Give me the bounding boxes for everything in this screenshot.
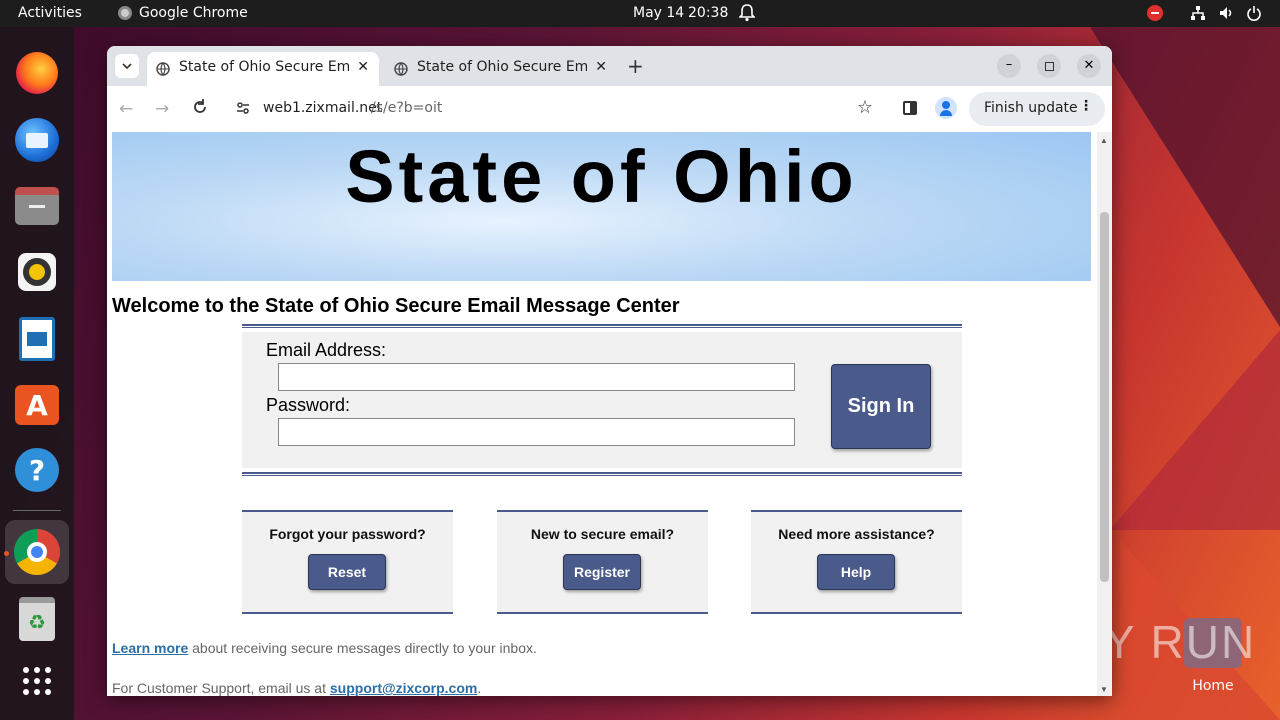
help-icon[interactable]: ? — [13, 446, 61, 494]
profile-icon[interactable] — [935, 97, 957, 119]
dock-separator — [13, 510, 61, 511]
volume-icon[interactable] — [1219, 5, 1235, 25]
top-bar: Activities Google Chrome May 14 20:38 — [0, 0, 1280, 27]
learn-more-line: Learn more about receiving secure messag… — [112, 640, 537, 656]
reload-button[interactable] — [191, 98, 209, 120]
password-field[interactable] — [278, 418, 795, 446]
banner: State of Ohio — [112, 132, 1091, 281]
app-menu[interactable]: Google Chrome — [139, 5, 248, 21]
register-button[interactable]: Register — [563, 554, 641, 590]
power-icon[interactable] — [1246, 5, 1262, 25]
minimize-button[interactable]: – — [997, 54, 1021, 78]
network-icon[interactable] — [1190, 5, 1206, 25]
page-content: State of Ohio Welcome to the State of Oh… — [107, 132, 1112, 696]
scroll-up-icon[interactable]: ▲ — [1100, 136, 1108, 145]
close-tab-icon[interactable]: ✕ — [595, 59, 607, 75]
close-tab-icon[interactable]: ✕ — [357, 59, 369, 75]
forgot-password-panel: Forgot your password? Reset — [242, 510, 453, 614]
support-end: . — [477, 680, 482, 696]
chrome-window: State of Ohio Secure Em ✕ State of Ohio … — [107, 46, 1112, 696]
support-line: For Customer Support, email us at suppor… — [112, 680, 481, 696]
globe-icon — [156, 62, 170, 76]
email-label: Email Address: — [266, 340, 387, 360]
tab-search-button[interactable] — [115, 54, 139, 78]
activities-button[interactable]: Activities — [18, 5, 82, 21]
globe-icon — [394, 62, 408, 76]
scroll-down-icon[interactable]: ▼ — [1100, 685, 1108, 694]
bookmark-star-icon[interactable]: ☆ — [857, 97, 873, 118]
clock-date[interactable]: May 14 — [633, 5, 684, 21]
reset-button[interactable]: Reset — [308, 554, 386, 590]
register-panel: New to secure email? Register — [497, 510, 708, 614]
libreoffice-writer-icon[interactable] — [13, 315, 61, 363]
clock-time[interactable]: 20:38 — [688, 5, 728, 21]
address-bar[interactable]: web1.zixmail.net /s/e?b=oit ☆ — [225, 92, 885, 126]
chevron-down-icon — [122, 63, 132, 70]
email-field[interactable] — [278, 363, 795, 391]
url-path: /s/e?b=oit — [371, 100, 443, 116]
assistance-text: Need more assistance? — [778, 526, 935, 542]
learn-more-text: about receiving secure messages directly… — [188, 640, 537, 656]
back-button[interactable]: ← — [119, 99, 133, 119]
divider-bottom — [242, 472, 962, 476]
files-icon[interactable] — [13, 182, 61, 230]
side-panel-icon[interactable] — [903, 101, 917, 115]
learn-more-link[interactable]: Learn more — [112, 640, 188, 656]
scrollbar-thumb[interactable] — [1100, 212, 1109, 582]
tab-title: State of Ohio Secure Em — [417, 59, 587, 75]
tab-inactive[interactable]: State of Ohio Secure Em ✕ — [385, 52, 617, 86]
chrome-icon[interactable] — [5, 520, 69, 584]
bell-icon[interactable] — [738, 4, 756, 26]
sign-in-button[interactable]: Sign In — [831, 364, 931, 449]
help-button[interactable]: Help — [817, 554, 895, 590]
support-email-link[interactable]: support@zixcorp.com — [330, 680, 477, 696]
running-indicator — [4, 551, 9, 556]
tab-title: State of Ohio Secure Em — [179, 59, 349, 75]
tab-strip: State of Ohio Secure Em ✕ State of Ohio … — [107, 46, 1112, 86]
forward-button[interactable]: → — [155, 99, 169, 119]
password-label: Password: — [266, 395, 351, 415]
do-not-disturb-icon[interactable] — [1147, 5, 1163, 21]
support-text: For Customer Support, email us at — [112, 680, 330, 696]
finish-update-button[interactable]: Finish update ⋮ — [969, 92, 1105, 126]
scrollbar[interactable]: ▲ ▼ — [1097, 132, 1112, 696]
login-panel: Email Address: Password: Sign In — [242, 332, 962, 468]
tab-active[interactable]: State of Ohio Secure Em ✕ — [147, 52, 379, 86]
page-heading: Welcome to the State of Ohio Secure Emai… — [112, 295, 680, 317]
chrome-app-icon — [118, 6, 132, 20]
forgot-password-text: Forgot your password? — [269, 526, 426, 542]
home-label: Home — [1192, 678, 1234, 694]
maximize-button[interactable] — [1037, 54, 1061, 78]
reload-icon — [194, 99, 206, 113]
rhythmbox-icon[interactable] — [13, 248, 61, 296]
banner-title: State of Ohio — [345, 135, 858, 218]
menu-kebab-icon: ⋮ — [1079, 98, 1093, 114]
app-center-icon[interactable]: A — [13, 381, 61, 429]
trash-icon[interactable]: ♻ — [13, 595, 61, 643]
help-panel: Need more assistance? Help — [751, 510, 962, 614]
firefox-icon[interactable] — [13, 49, 61, 97]
new-user-text: New to secure email? — [530, 526, 675, 542]
url-host: web1.zixmail.net — [263, 100, 383, 116]
new-tab-button[interactable]: + — [627, 54, 644, 78]
toolbar: ← → web1.zixmail.net /s/e?b=oit ☆ Finish… — [107, 86, 1112, 132]
thunderbird-icon[interactable] — [13, 116, 61, 164]
dock: A ? ♻ — [0, 27, 74, 720]
close-window-button[interactable]: ✕ — [1077, 54, 1101, 78]
site-info-icon[interactable] — [235, 100, 251, 120]
divider-top — [242, 324, 962, 328]
show-apps-icon[interactable] — [13, 657, 61, 705]
